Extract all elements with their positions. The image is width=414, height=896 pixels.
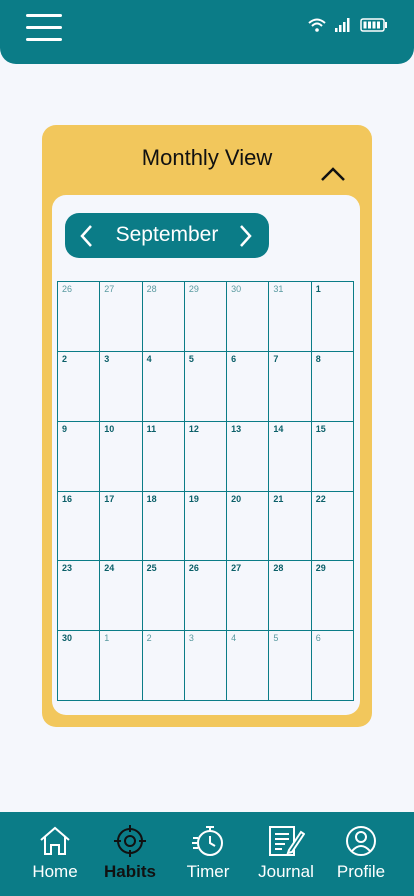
calendar-day-cell[interactable]: 14	[269, 421, 312, 492]
calendar-day-cell[interactable]: 30	[227, 282, 270, 352]
calendar-day-cell[interactable]: 27	[227, 561, 270, 632]
calendar-day-cell[interactable]: 22	[311, 491, 354, 562]
chevron-up-icon[interactable]	[320, 165, 346, 183]
calendar-day-cell[interactable]: 9	[58, 421, 101, 492]
calendar-day-cell[interactable]: 7	[269, 351, 312, 422]
calendar-day-cell[interactable]: 10	[100, 421, 143, 492]
profile-icon	[346, 826, 376, 856]
calendar-day-cell[interactable]: 23	[58, 561, 101, 632]
nav-label-habits: Habits	[104, 862, 156, 881]
nav-label-home: Home	[32, 862, 78, 881]
nav-label-profile: Profile	[336, 862, 386, 881]
calendar-day-cell[interactable]: 13	[227, 421, 270, 492]
calendar-day-cell[interactable]: 18	[142, 491, 185, 562]
calendar-grid: 26 27 28 29 30 31 1 2 3 4 5 6 7 8 9 10 11 12 13 14 15 16 17 18 1…	[57, 281, 354, 701]
calendar-day-cell[interactable]: 24	[100, 561, 143, 632]
calendar-day-cell[interactable]: 19	[184, 491, 228, 562]
calendar-day-cell[interactable]: 12	[184, 421, 228, 492]
status-bar	[308, 18, 388, 32]
journal-icon	[269, 826, 305, 856]
calendar-day-cell[interactable]: 28	[269, 561, 312, 632]
calendar-day-cell[interactable]: 2	[58, 351, 101, 422]
month-selector: September	[65, 213, 269, 258]
calendar-day-cell[interactable]: 1	[100, 631, 143, 701]
calendar-day-cell[interactable]: 3	[184, 631, 228, 701]
nav-label-journal: Journal	[258, 862, 314, 881]
calendar-day-cell[interactable]: 27	[100, 282, 143, 352]
home-icon	[40, 826, 70, 855]
calendar-day-cell[interactable]: 5	[269, 631, 312, 701]
calendar-day-cell[interactable]: 8	[311, 351, 354, 422]
calendar-day-cell[interactable]: 15	[311, 421, 354, 492]
calendar-day-cell[interactable]: 31	[269, 282, 312, 352]
bottom-navigation: Home Habits Timer Journal Profile	[0, 812, 414, 896]
calendar-day-cell[interactable]: 4	[227, 631, 270, 701]
battery-icon	[360, 18, 387, 32]
calendar-day-cell[interactable]: 16	[58, 491, 101, 562]
calendar-day-cell[interactable]: 17	[100, 491, 143, 562]
wifi-icon	[308, 18, 326, 32]
calendar-day-cell[interactable]: 11	[142, 421, 185, 492]
target-icon	[114, 825, 146, 857]
calendar-day-cell[interactable]: 6	[227, 351, 270, 422]
calendar-day-cell[interactable]: 26	[58, 282, 101, 352]
calendar-day-cell[interactable]: 2	[142, 631, 185, 701]
calendar-day-cell[interactable]: 3	[100, 351, 143, 422]
nav-item-journal[interactable]: Journal	[246, 824, 326, 882]
calendar-day-cell[interactable]: 5	[184, 351, 228, 422]
calendar-day-cell[interactable]: 26	[184, 561, 228, 632]
monthly-view-card: Monthly View September 26 27 28 29 30 31 1 2 3 4 5…	[42, 125, 372, 727]
top-app-bar	[0, 0, 414, 64]
stopwatch-icon	[192, 826, 223, 856]
calendar-day-cell[interactable]: 4	[142, 351, 185, 422]
calendar-day-cell[interactable]: 29	[184, 282, 228, 352]
calendar-day-cell[interactable]: 1	[311, 282, 354, 352]
nav-item-home[interactable]: Home	[15, 824, 95, 882]
chevron-right-icon[interactable]	[237, 224, 253, 248]
calendar-day-cell[interactable]: 6	[311, 631, 354, 701]
signal-icon	[335, 18, 350, 32]
calendar-day-cell[interactable]: 29	[311, 561, 354, 632]
calendar-panel: September 26 27 28 29 30 31 1 2 3 4 5 6 7 8 9 10 11 12 13 1…	[52, 195, 360, 715]
calendar-day-cell[interactable]: 28	[142, 282, 185, 352]
calendar-day-cell[interactable]: 21	[269, 491, 312, 562]
calendar-day-cell[interactable]: 20	[227, 491, 270, 562]
nav-item-habits[interactable]: Habits	[90, 824, 170, 882]
hamburger-menu-icon[interactable]	[26, 14, 62, 42]
nav-item-timer[interactable]: Timer	[168, 824, 248, 882]
nav-item-profile[interactable]: Profile	[321, 824, 401, 882]
nav-label-timer: Timer	[186, 862, 230, 881]
calendar-day-cell[interactable]: 25	[142, 561, 185, 632]
calendar-day-cell[interactable]: 30	[58, 631, 101, 701]
